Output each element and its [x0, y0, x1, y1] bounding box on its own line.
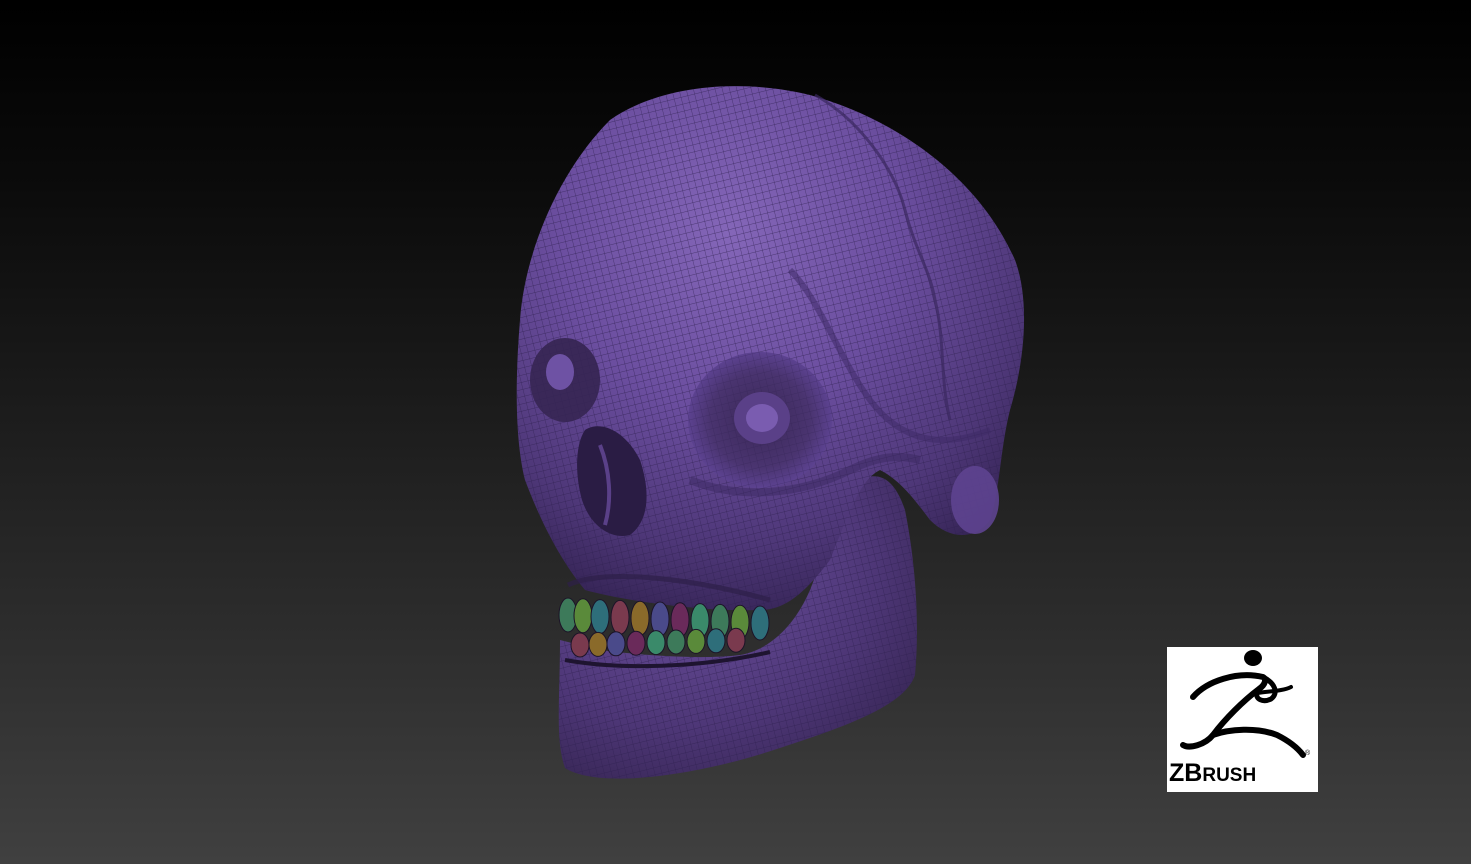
upper-tooth — [573, 598, 593, 634]
lower-tooth — [666, 629, 686, 655]
eye-socket-left — [530, 338, 600, 422]
mastoid-process — [951, 466, 999, 534]
lower-tooth — [626, 630, 646, 656]
wordmark-b: B — [1184, 759, 1203, 787]
zbrush-logo: ® ZBRUSH — [1167, 647, 1318, 792]
wordmark-rush: RUSH — [1202, 765, 1257, 786]
upper-tooth — [590, 599, 610, 635]
teeth-polygroups — [558, 597, 770, 658]
upper-tooth — [630, 600, 650, 636]
lower-tooth — [606, 631, 626, 657]
upper-tooth — [610, 599, 630, 635]
upper-tooth — [750, 605, 770, 641]
eye-socket-right — [688, 352, 832, 488]
wordmark-z: Z — [1169, 759, 1185, 787]
lower-tooth — [588, 631, 608, 657]
lower-tooth — [570, 632, 590, 658]
lower-tooth — [646, 630, 666, 656]
cranium-mesh — [516, 86, 1025, 611]
lower-tooth — [706, 628, 726, 654]
lower-tooth — [686, 628, 706, 654]
zbrush-wordmark: ZBRUSH — [1167, 759, 1318, 788]
registered-mark: ® — [1305, 749, 1311, 757]
lower-tooth — [726, 627, 746, 653]
